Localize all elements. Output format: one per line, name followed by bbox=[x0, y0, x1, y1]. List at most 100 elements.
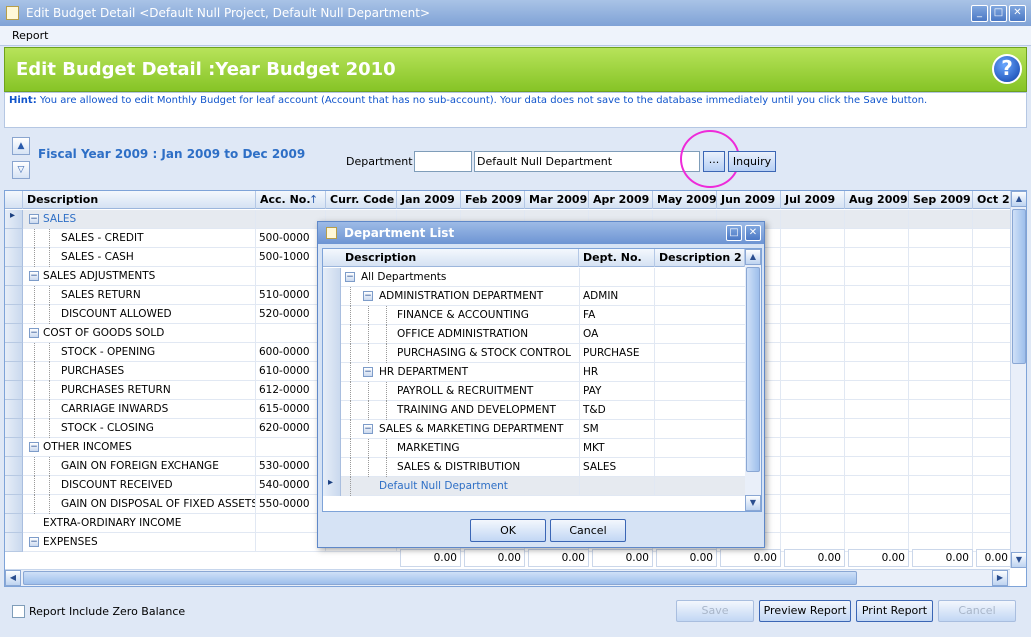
row-selector[interactable] bbox=[323, 420, 341, 439]
row-selector[interactable] bbox=[5, 248, 23, 267]
preview-report-button[interactable]: Preview Report bbox=[759, 600, 851, 622]
month-budget-cell[interactable] bbox=[845, 305, 909, 324]
row-selector[interactable] bbox=[323, 401, 341, 420]
list-item[interactable]: TRAINING AND DEVELOPMENT T&D bbox=[323, 401, 761, 420]
column-header[interactable]: Jan 2009 bbox=[397, 191, 461, 209]
help-icon[interactable]: ? bbox=[992, 54, 1022, 84]
list-item[interactable]: SALES & DISTRIBUTION SALES bbox=[323, 458, 761, 477]
row-description[interactable]: EXPENSES bbox=[43, 533, 256, 552]
row-selector[interactable] bbox=[5, 305, 23, 324]
row-selector[interactable] bbox=[323, 439, 341, 458]
department-description[interactable]: All Departments bbox=[361, 268, 579, 287]
row-description[interactable]: COST OF GOODS SOLD bbox=[43, 324, 256, 343]
month-budget-cell[interactable] bbox=[845, 438, 909, 457]
month-budget-cell[interactable] bbox=[845, 400, 909, 419]
menu-item-report[interactable]: Report bbox=[12, 29, 48, 42]
row-selector[interactable] bbox=[5, 400, 23, 419]
list-item[interactable]: PAYROLL & RECRUITMENT PAY bbox=[323, 382, 761, 401]
scroll-right-icon[interactable]: ▶ bbox=[992, 570, 1008, 586]
row-selector[interactable] bbox=[323, 458, 341, 477]
row-selector[interactable]: ▸ bbox=[5, 210, 23, 229]
list-item[interactable]: − HR DEPARTMENT HR bbox=[323, 363, 761, 382]
month-budget-cell[interactable] bbox=[973, 381, 1013, 400]
month-budget-cell[interactable] bbox=[973, 229, 1013, 248]
row-selector[interactable] bbox=[5, 324, 23, 343]
month-budget-cell[interactable] bbox=[781, 457, 845, 476]
month-budget-cell[interactable] bbox=[845, 286, 909, 305]
month-budget-cell[interactable] bbox=[973, 438, 1013, 457]
list-item[interactable]: FINANCE & ACCOUNTING FA bbox=[323, 306, 761, 325]
row-selector[interactable] bbox=[5, 438, 23, 457]
department-name-input[interactable]: Default Null Department bbox=[474, 151, 700, 172]
month-budget-cell[interactable] bbox=[973, 476, 1013, 495]
month-budget-cell[interactable] bbox=[909, 438, 973, 457]
row-selector[interactable] bbox=[323, 344, 341, 363]
department-description[interactable]: HR DEPARTMENT bbox=[379, 363, 579, 382]
month-budget-cell[interactable] bbox=[909, 495, 973, 514]
collapse-icon[interactable]: − bbox=[29, 271, 39, 281]
zero-balance-checkbox[interactable] bbox=[12, 605, 25, 618]
month-budget-cell[interactable] bbox=[909, 400, 973, 419]
month-budget-cell[interactable] bbox=[781, 495, 845, 514]
department-description[interactable]: TRAINING AND DEVELOPMENT bbox=[397, 401, 579, 420]
row-description[interactable]: OTHER INCOMES bbox=[43, 438, 256, 457]
month-budget-cell[interactable] bbox=[845, 362, 909, 381]
column-header[interactable]: Mar 2009 bbox=[525, 191, 589, 209]
column-header[interactable]: Sep 2009 bbox=[909, 191, 973, 209]
column-header[interactable]: Apr 2009 bbox=[589, 191, 653, 209]
dialog-column-header[interactable]: Description 2 bbox=[655, 249, 745, 267]
row-description[interactable]: STOCK - CLOSING bbox=[61, 419, 256, 438]
row-selector[interactable] bbox=[323, 325, 341, 344]
maximize-icon[interactable]: □ bbox=[990, 5, 1007, 22]
dialog-maximize-icon[interactable]: □ bbox=[726, 225, 742, 241]
cancel-button[interactable]: Cancel bbox=[938, 600, 1016, 622]
row-selector[interactable] bbox=[5, 514, 23, 533]
list-item[interactable]: − SALES & MARKETING DEPARTMENT SM bbox=[323, 420, 761, 439]
month-budget-cell[interactable] bbox=[973, 514, 1013, 533]
month-budget-cell[interactable] bbox=[845, 476, 909, 495]
list-item[interactable]: PURCHASING & STOCK CONTROL PURCHASE bbox=[323, 344, 761, 363]
month-budget-cell[interactable] bbox=[973, 495, 1013, 514]
month-budget-cell[interactable] bbox=[909, 457, 973, 476]
month-budget-cell[interactable] bbox=[845, 343, 909, 362]
month-budget-cell[interactable] bbox=[973, 400, 1013, 419]
column-header[interactable]: Feb 2009 bbox=[461, 191, 525, 209]
department-description[interactable]: FINANCE & ACCOUNTING bbox=[397, 306, 579, 325]
row-description[interactable]: DISCOUNT RECEIVED bbox=[61, 476, 256, 495]
dialog-column-header[interactable]: Description bbox=[341, 249, 579, 267]
row-description[interactable]: DISCOUNT ALLOWED bbox=[61, 305, 256, 324]
month-budget-cell[interactable] bbox=[909, 343, 973, 362]
list-item[interactable]: − ADMINISTRATION DEPARTMENT ADMIN bbox=[323, 287, 761, 306]
month-budget-cell[interactable] bbox=[845, 248, 909, 267]
row-selector[interactable] bbox=[5, 476, 23, 495]
month-budget-cell[interactable] bbox=[909, 362, 973, 381]
month-budget-cell[interactable] bbox=[781, 305, 845, 324]
horizontal-scrollbar[interactable]: ◀ ▶ bbox=[5, 569, 1010, 586]
row-selector[interactable] bbox=[323, 287, 341, 306]
month-budget-cell[interactable] bbox=[845, 267, 909, 286]
month-budget-cell[interactable] bbox=[781, 229, 845, 248]
row-description[interactable]: SALES - CASH bbox=[61, 248, 256, 267]
month-budget-cell[interactable] bbox=[909, 210, 973, 229]
ok-button[interactable]: OK bbox=[470, 519, 546, 542]
dialog-column-header[interactable]: Dept. No. bbox=[579, 249, 655, 267]
month-budget-cell[interactable] bbox=[781, 248, 845, 267]
month-budget-cell[interactable] bbox=[909, 514, 973, 533]
month-budget-cell[interactable] bbox=[781, 343, 845, 362]
month-budget-cell[interactable] bbox=[973, 324, 1013, 343]
month-budget-cell[interactable] bbox=[973, 419, 1013, 438]
dialog-scroll-down-icon[interactable]: ▼ bbox=[745, 495, 761, 511]
collapse-icon[interactable]: − bbox=[363, 424, 373, 434]
month-budget-cell[interactable] bbox=[781, 210, 845, 229]
row-description[interactable]: SALES bbox=[43, 210, 256, 229]
month-budget-cell[interactable] bbox=[781, 514, 845, 533]
collapse-icon[interactable]: − bbox=[29, 214, 39, 224]
list-item[interactable]: MARKETING MKT bbox=[323, 439, 761, 458]
month-budget-cell[interactable] bbox=[973, 343, 1013, 362]
month-budget-cell[interactable] bbox=[909, 381, 973, 400]
column-header[interactable]: Jun 2009 bbox=[717, 191, 781, 209]
month-budget-cell[interactable] bbox=[781, 267, 845, 286]
row-selector[interactable] bbox=[323, 268, 341, 287]
department-description[interactable]: Default Null Department bbox=[379, 477, 579, 496]
month-budget-cell[interactable] bbox=[909, 248, 973, 267]
